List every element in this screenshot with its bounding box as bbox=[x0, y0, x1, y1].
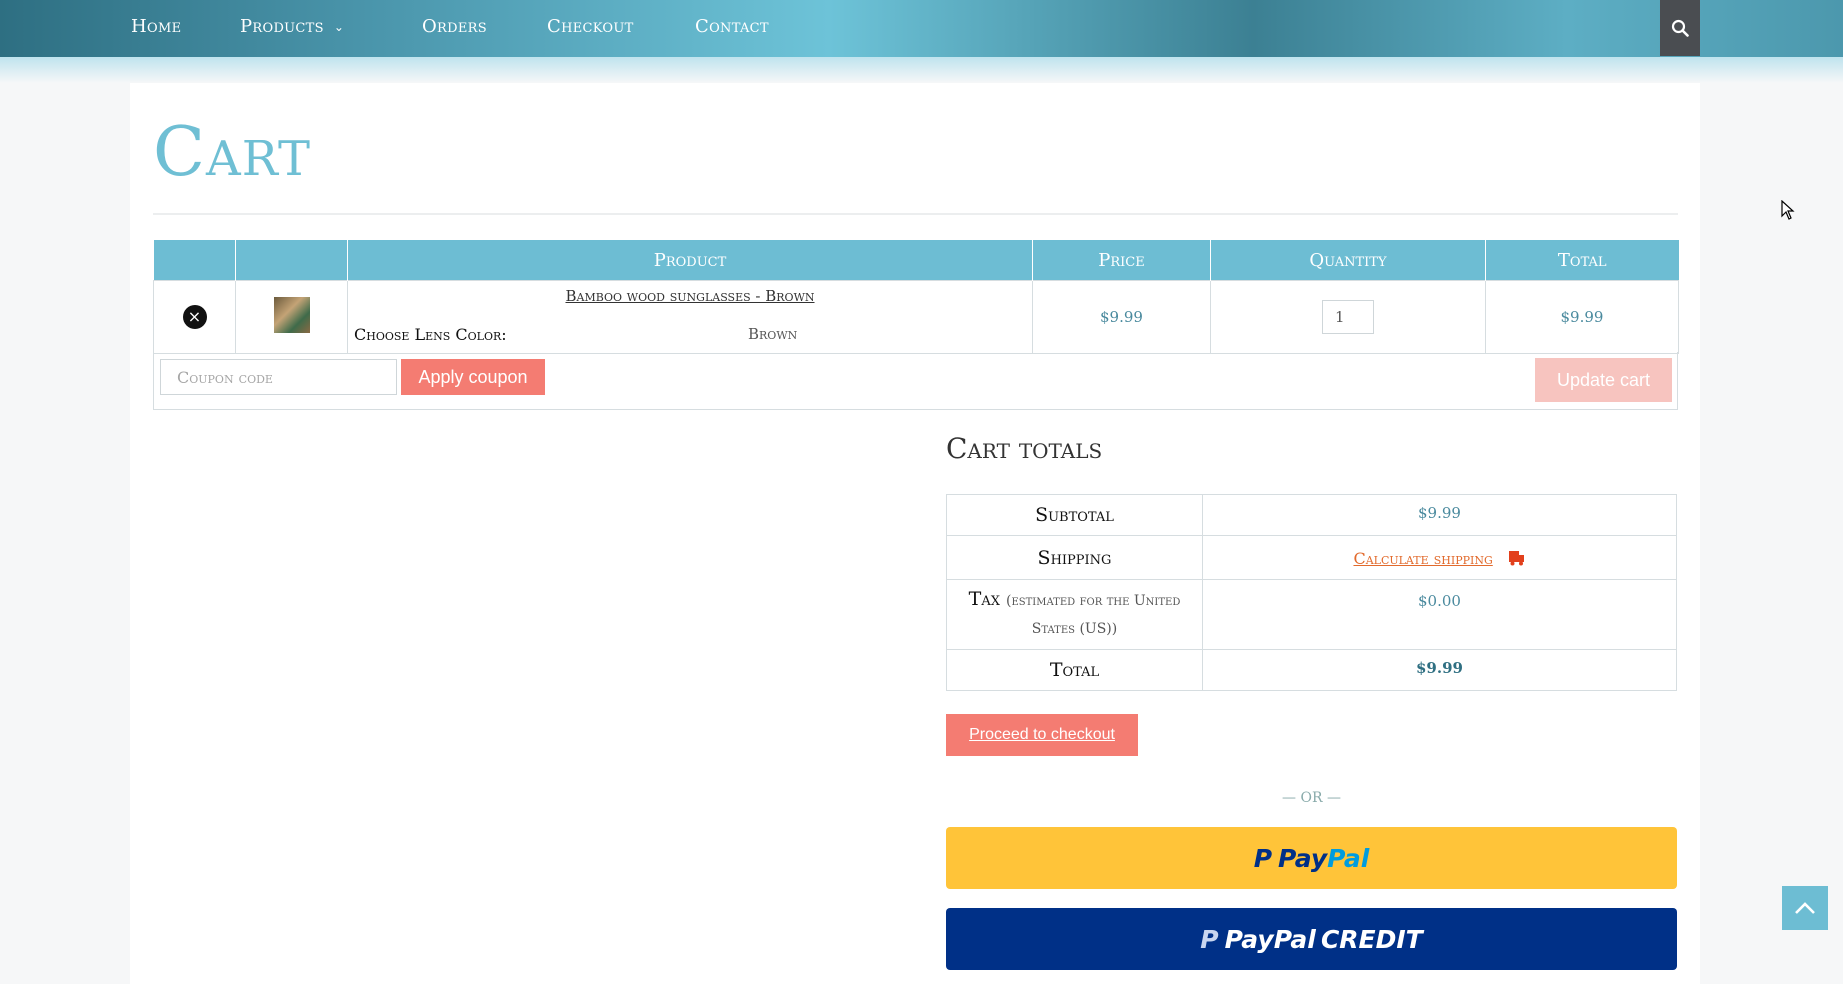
product-name-link[interactable]: Bamboo wood sunglasses - Brown bbox=[348, 287, 1032, 305]
cart-totals-table: Subtotal $9.99 Shipping Calculate shippi… bbox=[946, 494, 1677, 691]
price-cell: $9.99 bbox=[1032, 280, 1211, 354]
product-cell: Bamboo wood sunglasses - Brown Choose Le… bbox=[347, 280, 1033, 354]
subtotal-value: $9.99 bbox=[1202, 494, 1677, 536]
shipping-cell: Calculate shipping bbox=[1202, 535, 1677, 580]
tax-label: Tax bbox=[968, 587, 1000, 610]
apply-coupon-button[interactable]: Apply coupon bbox=[401, 359, 545, 395]
nav-products-label: Products bbox=[240, 16, 324, 37]
col-header-product: Product bbox=[347, 240, 1033, 281]
tax-label-cell: Tax (estimated for the United States (US… bbox=[946, 579, 1203, 650]
order-total-label: Total bbox=[946, 649, 1203, 691]
paypal-button[interactable]: P Pay Pal bbox=[946, 827, 1677, 889]
update-cart-button[interactable]: Update cart bbox=[1535, 358, 1672, 402]
mouse-cursor-icon bbox=[1781, 199, 1795, 224]
coupon-code-input[interactable] bbox=[160, 359, 397, 395]
subtotal-label: Subtotal bbox=[946, 494, 1203, 536]
page-title: Cart bbox=[153, 113, 312, 192]
col-header-quantity: Quantity bbox=[1210, 240, 1486, 281]
paypal-credit-word: CREDIT bbox=[1320, 924, 1423, 954]
quantity-cell bbox=[1210, 280, 1486, 354]
top-navigation: Home Products ⌄ Orders Checkout Contact bbox=[0, 0, 1843, 57]
nav-contact-label: Contact bbox=[695, 16, 769, 37]
col-header-remove bbox=[153, 240, 236, 281]
order-total-row: Total $9.99 bbox=[946, 649, 1677, 691]
cart-item-row: × Bamboo wood sunglasses - Brown Choose … bbox=[153, 280, 1679, 354]
paypal-pay-text: Pay bbox=[1278, 843, 1328, 873]
quantity-input[interactable] bbox=[1322, 300, 1374, 334]
cart-actions-row: Apply coupon Update cart bbox=[153, 352, 1678, 410]
paypal-credit-pal-text: Pal bbox=[1273, 924, 1316, 954]
truck-icon[interactable] bbox=[1508, 550, 1526, 570]
search-icon bbox=[1671, 19, 1689, 37]
tax-note: (estimated for the United States (US)) bbox=[1006, 592, 1181, 637]
remove-cell: × bbox=[153, 280, 236, 354]
cart-totals-title: Cart totals bbox=[946, 432, 1103, 465]
order-total-cell: $9.99 bbox=[1202, 649, 1677, 691]
tax-row: Tax (estimated for the United States (US… bbox=[946, 579, 1677, 650]
paypal-pal-text: Pal bbox=[1327, 843, 1370, 873]
back-to-top-button[interactable] bbox=[1782, 886, 1828, 930]
paypal-credit-logo-icon: P bbox=[1200, 924, 1219, 954]
lens-color-label: Choose Lens Color: bbox=[354, 325, 507, 344]
paypal-credit-button[interactable]: P Pay Pal CREDIT bbox=[946, 908, 1677, 970]
header-fade bbox=[0, 57, 1843, 83]
title-divider bbox=[153, 213, 1678, 215]
chevron-down-icon: ⌄ bbox=[333, 20, 345, 34]
proceed-to-checkout-button[interactable]: Proceed to checkout bbox=[946, 714, 1138, 756]
lens-color-value: Brown bbox=[748, 325, 798, 343]
shipping-row: Shipping Calculate shipping bbox=[946, 535, 1677, 580]
cart-table-header: Product Price Quantity Total bbox=[153, 240, 1679, 281]
nav-orders-label: Orders bbox=[422, 16, 487, 37]
paypal-credit-pay-text: Pay bbox=[1224, 924, 1274, 954]
subtotal-row: Subtotal $9.99 bbox=[946, 494, 1677, 536]
nav-home-label: Home bbox=[131, 16, 182, 37]
nav-home[interactable]: Home bbox=[131, 0, 181, 54]
nav-products[interactable]: Products ⌄ bbox=[240, 0, 344, 54]
remove-item-icon[interactable]: × bbox=[182, 305, 207, 329]
tax-value: $0.00 bbox=[1202, 579, 1677, 650]
thumbnail-cell bbox=[235, 280, 348, 354]
cart-table: Product Price Quantity Total × Bamboo wo… bbox=[153, 240, 1679, 354]
nav-checkout[interactable]: Checkout bbox=[547, 0, 634, 54]
order-total-value: $9.99 bbox=[1416, 659, 1463, 677]
paypal-logo-icon: P bbox=[1253, 843, 1273, 873]
col-header-total: Total bbox=[1485, 240, 1679, 281]
or-separator: — OR — bbox=[1282, 790, 1341, 806]
calculate-shipping-link[interactable]: Calculate shipping bbox=[1353, 549, 1492, 568]
chevron-up-icon bbox=[1795, 902, 1815, 914]
line-total-cell: $9.99 bbox=[1485, 280, 1679, 354]
search-button[interactable] bbox=[1660, 0, 1700, 56]
col-header-price: Price bbox=[1032, 240, 1211, 281]
nav-contact[interactable]: Contact bbox=[695, 0, 769, 54]
nav-orders[interactable]: Orders bbox=[422, 0, 487, 54]
nav-checkout-label: Checkout bbox=[547, 16, 634, 37]
col-header-thumbnail bbox=[235, 240, 348, 281]
product-thumbnail[interactable] bbox=[273, 297, 310, 333]
shipping-label: Shipping bbox=[946, 535, 1203, 580]
